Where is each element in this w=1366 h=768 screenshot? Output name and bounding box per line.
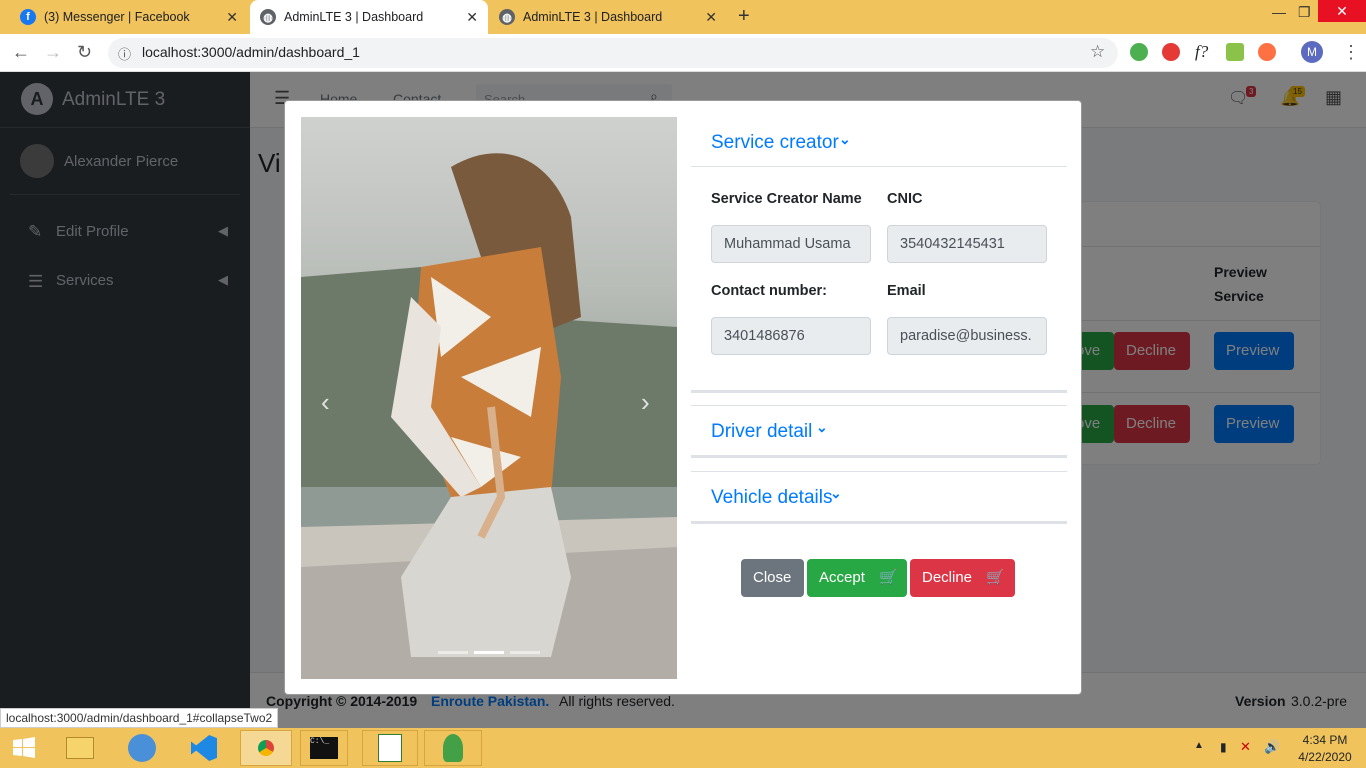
divider	[691, 455, 1067, 458]
service-creator-header[interactable]: Service creator ⌄	[691, 117, 1067, 167]
chevron-down-icon[interactable]: ⌄	[839, 131, 851, 148]
vehicle-details-title[interactable]: Vehicle details	[711, 487, 832, 509]
back-arrow-icon[interactable]: ←	[12, 42, 30, 63]
vscode-icon[interactable]	[182, 730, 226, 766]
service-creator-title[interactable]: Service creator	[711, 132, 839, 154]
extension-icon[interactable]	[1162, 43, 1180, 61]
close-icon[interactable]: ✕	[466, 9, 478, 26]
service-modal: ‹ › Service creator ⌄ Service Creator Na…	[284, 100, 1082, 695]
browser-tab-dashboard-active[interactable]: ◍ AdminLTE 3 | Dashboard ✕	[250, 0, 488, 34]
browser-app-icon[interactable]	[120, 730, 164, 766]
divider	[691, 390, 1067, 393]
extension-icon[interactable]	[1258, 43, 1276, 61]
formula-extension-icon[interactable]: f?	[1195, 42, 1208, 62]
globe-icon: ◍	[499, 9, 515, 25]
chrome-taskbar-icon[interactable]	[240, 730, 292, 766]
profile-avatar[interactable]: M	[1301, 41, 1323, 63]
notepad-icon[interactable]	[362, 730, 418, 766]
carousel-indicator[interactable]	[510, 651, 540, 654]
decline-button[interactable]: Decline 🛒	[910, 559, 1015, 597]
divider	[691, 521, 1067, 524]
close-button[interactable]: Close	[741, 559, 804, 597]
carousel-indicator-active[interactable]	[474, 651, 504, 654]
accept-button[interactable]: Accept 🛒	[807, 559, 907, 597]
facebook-icon: f	[20, 9, 36, 25]
terminal-icon[interactable]: C:\_	[300, 730, 348, 766]
accept-label: Accept	[819, 569, 865, 586]
decline-label: Decline	[922, 569, 973, 586]
carousel-indicator[interactable]	[438, 651, 468, 654]
contact-number-field[interactable]: 3401486876	[711, 317, 871, 355]
divider	[691, 405, 1067, 406]
windows-start-icon[interactable]	[2, 730, 46, 766]
carousel-prev-icon[interactable]: ‹	[321, 387, 330, 418]
browser-tab-dashboard[interactable]: ◍ AdminLTE 3 | Dashboard ✕	[489, 0, 727, 34]
close-icon[interactable]: ✕	[705, 9, 717, 26]
url-text: localhost:3000/admin/dashboard_1	[142, 44, 360, 60]
close-icon[interactable]: ✕	[226, 9, 238, 26]
carousel-next-icon[interactable]: ›	[641, 387, 650, 418]
tab-title: AdminLTE 3 | Dashboard	[284, 10, 424, 24]
tray-arrow-icon[interactable]: ▲	[1194, 740, 1204, 751]
cnic-field[interactable]: 3540432145431	[887, 225, 1047, 263]
forward-arrow-icon[interactable]: →	[44, 42, 62, 63]
clock-date[interactable]: 4/22/2020	[1296, 750, 1354, 764]
clock-time[interactable]: 4:34 PM	[1300, 733, 1350, 747]
browser-toolbar: ← → ↻ ⓘ ☆ localhost:3000/admin/dashboard…	[0, 34, 1366, 72]
divider	[691, 471, 1067, 472]
chevron-down-icon[interactable]: ⌄	[830, 485, 842, 502]
cart-icon: 🛒	[986, 569, 1005, 586]
tab-title: (3) Messenger | Facebook	[44, 10, 190, 24]
creator-name-label: Service Creator Name	[711, 191, 862, 207]
volume-icon[interactable]: 🔊	[1264, 739, 1280, 755]
minimize-icon[interactable]: —	[1272, 4, 1286, 20]
chevron-down-icon[interactable]: ⌄	[816, 419, 828, 436]
email-label: Email	[887, 283, 926, 299]
menu-dots-icon[interactable]: ⋮	[1342, 42, 1360, 63]
network-icon[interactable]: ✕	[1240, 739, 1251, 755]
email-field[interactable]: paradise@business.	[887, 317, 1047, 355]
maximize-icon[interactable]: ❐	[1298, 4, 1311, 21]
browser-tab-strip: f (3) Messenger | Facebook ✕ ◍ AdminLTE …	[0, 0, 1366, 34]
taskbar: C:\_ ▲ ▮ ✕ 🔊 4:34 PM 4/22/2020	[0, 728, 1366, 768]
app-rocket-icon[interactable]	[424, 730, 482, 766]
star-icon[interactable]: ☆	[1090, 42, 1105, 62]
driver-detail-title[interactable]: Driver detail	[711, 421, 812, 443]
tab-title: AdminLTE 3 | Dashboard	[523, 10, 663, 24]
creator-name-field[interactable]: Muhammad Usama	[711, 225, 871, 263]
image-carousel[interactable]: ‹ ›	[301, 117, 677, 679]
reload-icon[interactable]: ↻	[77, 42, 92, 63]
browser-tab-messenger[interactable]: f (3) Messenger | Facebook ✕	[10, 0, 248, 34]
cart-icon: 🛒	[879, 569, 898, 586]
globe-icon: ◍	[260, 9, 276, 25]
window-close-button[interactable]: ✕	[1318, 0, 1366, 22]
contact-number-label: Contact number:	[711, 283, 827, 299]
extension-icon[interactable]	[1226, 43, 1244, 61]
extension-icon[interactable]	[1130, 43, 1148, 61]
file-explorer-icon[interactable]	[58, 730, 102, 766]
cnic-label: CNIC	[887, 191, 923, 207]
new-tab-button[interactable]: +	[738, 5, 750, 28]
info-icon[interactable]: ⓘ	[118, 44, 131, 63]
carousel-photo	[301, 117, 677, 679]
link-status-bar: localhost:3000/admin/dashboard_1#collaps…	[0, 708, 279, 728]
battery-icon[interactable]: ▮	[1220, 740, 1227, 754]
